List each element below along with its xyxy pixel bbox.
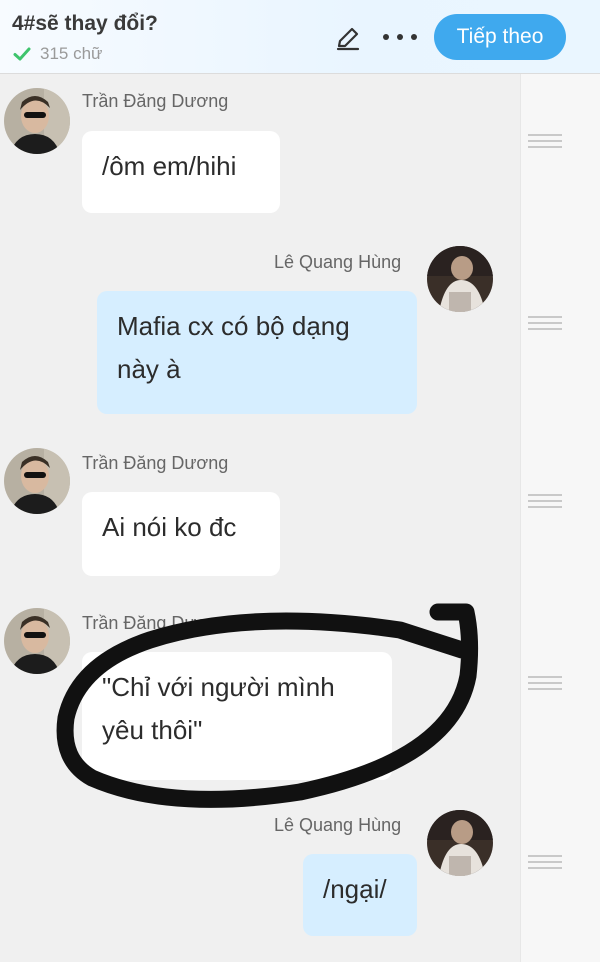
next-button[interactable]: Tiếp theo	[434, 14, 566, 60]
message-text: /ôm em/hihi	[102, 151, 237, 181]
avatar[interactable]	[4, 608, 70, 674]
sender-name: Trần Đăng Dương	[82, 91, 229, 111]
message-bubble[interactable]: /ngại/	[303, 854, 417, 936]
word-count: 315 chữ	[12, 44, 102, 64]
avatar[interactable]	[4, 88, 70, 154]
message-text: này à	[117, 354, 181, 384]
drag-handle-icon[interactable]	[528, 494, 562, 510]
message-text: Ai nói ko đc	[102, 512, 237, 542]
message-text: /ngại/	[323, 874, 387, 904]
avatar[interactable]	[427, 810, 493, 876]
message-bubble[interactable]: "Chỉ với người mình yêu thôi"	[82, 652, 392, 780]
drag-handle-icon[interactable]	[528, 855, 562, 871]
top-bar: 4#sẽ thay đổi? 315 chữ Tiếp theo	[0, 0, 600, 74]
sender-name: Lê Quang Hùng	[274, 252, 402, 272]
sender-name: Trần Đăng Dương	[82, 453, 229, 473]
check-icon	[13, 47, 31, 61]
sender-name: Trần Đăng Dương	[82, 613, 229, 633]
sender-name: Lê Quang Hùng	[274, 815, 402, 835]
drag-handle-icon[interactable]	[528, 134, 562, 150]
message-text: Mafia cx có bộ dạng	[117, 311, 350, 341]
pencil-icon[interactable]	[334, 24, 362, 52]
avatar[interactable]	[427, 246, 493, 312]
drag-handle-icon[interactable]	[528, 316, 562, 332]
drag-handle-icon[interactable]	[528, 676, 562, 692]
message-bubble[interactable]: /ôm em/hihi	[82, 131, 280, 213]
message-text: yêu thôi"	[102, 715, 203, 745]
chapter-title: 4#sẽ thay đổi?	[12, 12, 158, 35]
message-bubble[interactable]: Mafia cx có bộ dạng này à	[97, 291, 417, 414]
word-count-label: 315 chữ	[40, 44, 103, 63]
avatar[interactable]	[4, 448, 70, 514]
reorder-column	[520, 74, 600, 962]
message-text: "Chỉ với người mình	[102, 672, 335, 702]
more-icon[interactable]	[380, 27, 420, 47]
message-bubble[interactable]: Ai nói ko đc	[82, 492, 280, 576]
